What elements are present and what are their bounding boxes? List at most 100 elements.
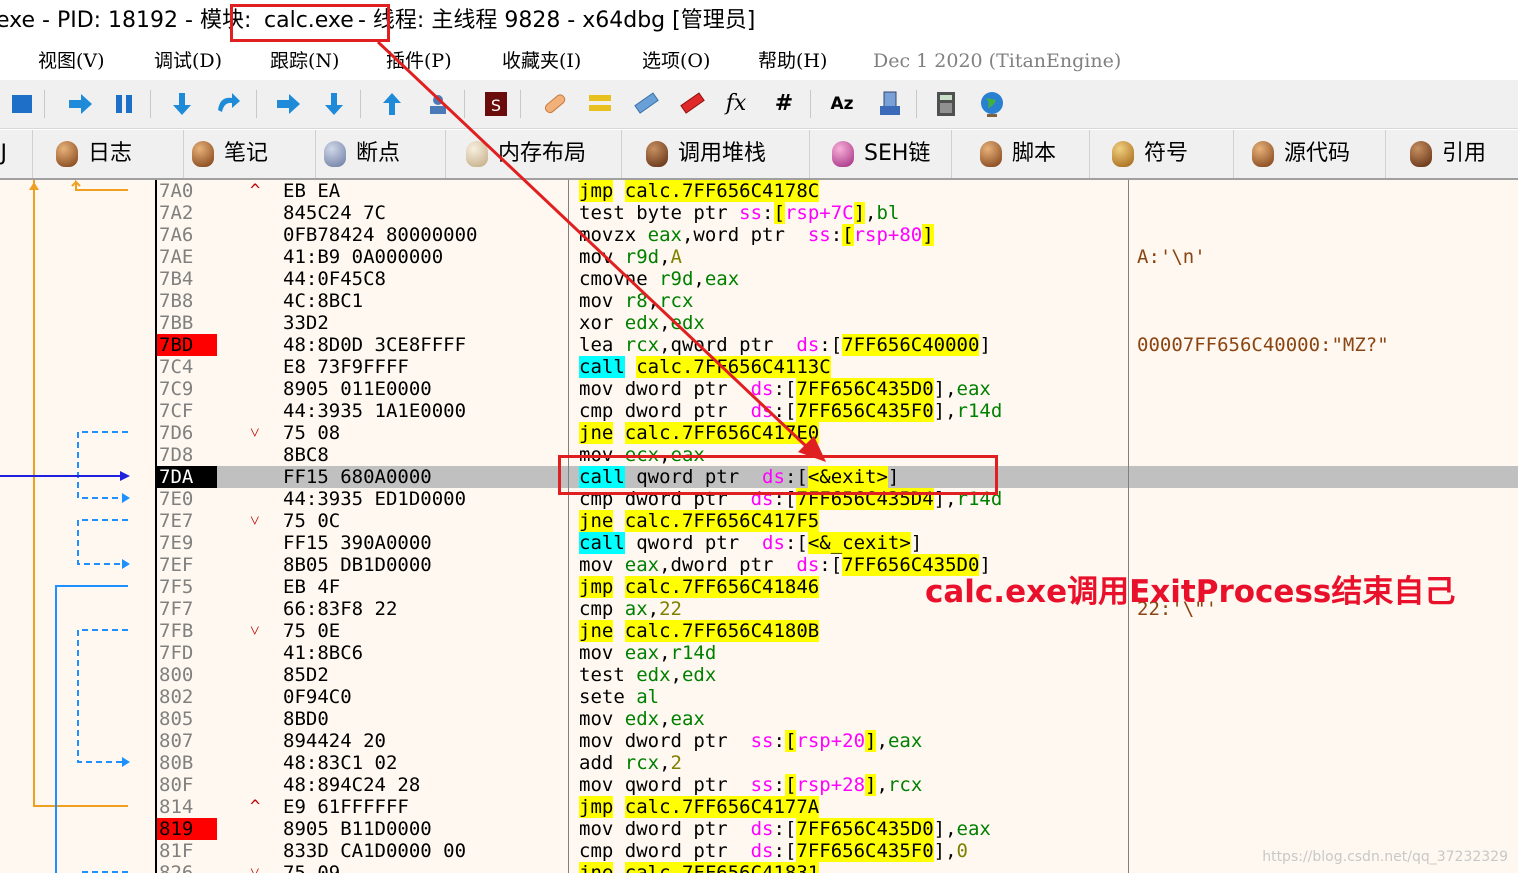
disassembly-row[interactable]: 7A0 ^ EB EA jmp calc.7FF656C4178C — [0, 180, 1518, 202]
menu-trace[interactable]: 跟踪(N) — [270, 42, 339, 80]
disassembly-row[interactable]: 7D6 ˅ 75 08 jne calc.7FF656C417E0 — [0, 422, 1518, 444]
disasm-token: al — [636, 686, 660, 708]
hash-icon[interactable]: # — [770, 90, 798, 118]
disasm-token: <&_cexit> — [807, 532, 911, 554]
disassembly-row[interactable]: 7BB 33D2 xor edx,edx — [0, 312, 1518, 334]
row-disassembly: mov dword ptr ss:[rsp+20],eax — [579, 730, 922, 752]
disasm-token: [ — [784, 730, 797, 752]
scylla-icon[interactable]: S — [482, 90, 510, 118]
row-disassembly: call calc.7FF656C4113C — [579, 356, 831, 378]
disassembly-row[interactable]: 80F 48:894C24 28 mov qword ptr ss:[rsp+28]… — [0, 774, 1518, 796]
tab-log[interactable]: 日志 — [34, 130, 184, 178]
disassembly-row[interactable]: 7A6 0FB78424 80000000 movzx eax,word ptr s… — [0, 224, 1518, 246]
disassembly-row[interactable]: 7C9 8905 011E0000 mov dword ptr ds:[7FF656… — [0, 378, 1518, 400]
run-to-user-code-icon[interactable] — [424, 90, 452, 118]
toolbar-separator — [256, 90, 257, 118]
disassembly-row[interactable]: 7FD 41:8BC6 mov eax,r14d — [0, 642, 1518, 664]
disassembly-row[interactable]: 7FB ˅ 75 0E jne calc.7FF656C4180B — [0, 620, 1518, 642]
row-bytes: 48:83C1 02 — [283, 752, 398, 774]
disassembly-row[interactable]: 819 8905 B11D0000 mov dword ptr ds:[7FF656… — [0, 818, 1518, 840]
menu-help[interactable]: 帮助(H) — [758, 42, 827, 80]
step-over-icon[interactable] — [214, 90, 242, 118]
menu-options[interactable]: 选项(O) — [642, 42, 710, 80]
run-icon[interactable] — [66, 90, 94, 118]
disassembly-row[interactable]: 7B8 4C:8BC1 mov r8,rcx — [0, 290, 1518, 312]
tab-breakpoints[interactable]: 断点 — [316, 130, 446, 178]
row-address: 7F5 — [159, 576, 194, 598]
disassembly-row[interactable]: 805 8BD0 mov edx,eax — [0, 708, 1518, 730]
font-icon[interactable]: Aᴢ — [828, 90, 856, 118]
row-disassembly: cmp ax,22 — [579, 598, 682, 620]
disasm-token: cmp dword ptr — [579, 840, 751, 862]
tab-partial[interactable]: IJ — [0, 130, 33, 178]
disasm-token: [ — [784, 774, 797, 796]
disassembly-row[interactable]: 807 894424 20 mov dword ptr ss:[rsp+20],ea… — [0, 730, 1518, 752]
tab-source[interactable]: 源代码 — [1234, 130, 1386, 178]
disasm-token: A — [670, 246, 682, 268]
disasm-token: ], — [933, 818, 957, 840]
row-bytes: EB EA — [283, 180, 341, 202]
disasm-token: 22 — [659, 598, 682, 620]
tab-seh-chain[interactable]: SEH链 — [810, 130, 952, 178]
menu-favourites[interactable]: 收藏夹(I) — [502, 42, 581, 80]
bookmark-icon[interactable] — [678, 90, 706, 118]
tab-script[interactable]: 脚本 — [952, 130, 1090, 178]
disasm-token: rcx — [624, 334, 660, 356]
tab-references[interactable]: 引用 — [1386, 130, 1518, 178]
tab-call-stack[interactable]: 调用堆栈 — [622, 130, 810, 178]
label-icon[interactable] — [632, 90, 660, 118]
disassembly-row[interactable]: 800 85D2 test edx,edx — [0, 664, 1518, 686]
disasm-token: : — [830, 224, 843, 246]
tab-notes[interactable]: 笔记 — [184, 130, 316, 178]
comment-icon[interactable] — [586, 90, 614, 118]
tab-memory-map[interactable]: 内存布局 — [446, 130, 622, 178]
disasm-token — [625, 356, 636, 378]
tab-symbols[interactable]: 符号 — [1090, 130, 1234, 178]
disasm-token: jmp — [579, 180, 614, 202]
disassembly-row[interactable]: 7B4 44:0F45C8 cmovne r9d,eax — [0, 268, 1518, 290]
disassembly-view[interactable]: 7A0 ^ EB EA jmp calc.7FF656C4178C 7A2 845C24 … — [0, 180, 1518, 873]
menu-view[interactable]: 视图(V) — [38, 42, 105, 80]
disassembly-row[interactable]: 7E9 FF15 390A0000 call qword ptr ds:[<&_ce… — [0, 532, 1518, 554]
row-address: 80B — [159, 752, 194, 774]
row-address: 7E7 — [159, 510, 194, 532]
disassembly-row[interactable]: 802 0F94C0 sete al — [0, 686, 1518, 708]
disasm-token: mov — [579, 246, 625, 268]
menu-plugins[interactable]: 插件(P) — [386, 42, 452, 80]
disasm-token: rcx — [659, 290, 694, 312]
disasm-token — [613, 576, 624, 598]
function-icon[interactable]: fx — [722, 90, 750, 118]
disasm-token — [613, 862, 624, 873]
step-into-icon[interactable] — [168, 90, 196, 118]
disassembly-row[interactable]: 7CF 44:3935 1A1E0000 cmp dword ptr ds:[7FF… — [0, 400, 1518, 422]
row-disassembly: jmp calc.7FF656C4178C — [579, 180, 820, 202]
globe-icon[interactable] — [978, 90, 1006, 118]
execute-till-return-icon[interactable] — [378, 90, 406, 118]
disassembly-row[interactable]: 80B 48:83C1 02 add rcx,2 — [0, 752, 1518, 774]
disassembly-row[interactable]: 7BD 48:8D0D 3CE8FFFF lea rcx,qword ptr ds:… — [0, 334, 1518, 356]
trace-over-icon[interactable] — [320, 90, 348, 118]
calculator-window-icon[interactable] — [876, 90, 904, 118]
exit-call-highlight-box — [558, 455, 998, 495]
disasm-token: calc.7FF656C4177A — [624, 796, 820, 818]
disasm-token: ,word ptr — [681, 224, 808, 246]
title-bar: exe - PID: 18192 - 模块: calc.exe - 线程: 主线… — [0, 0, 1518, 42]
disassembly-row[interactable]: 7AE 41:B9 0A000000 mov r9d,A A:'\n' — [0, 246, 1518, 268]
disasm-token: mov — [579, 554, 625, 576]
calculator-icon[interactable] — [932, 90, 960, 118]
disasm-token: 7FF656C435F0 — [796, 400, 934, 422]
disassembly-row[interactable]: 814 ^ E9 61FFFFFF jmp calc.7FF656C4177A — [0, 796, 1518, 818]
row-disassembly: add rcx,2 — [579, 752, 682, 774]
disassembly-row[interactable]: 7E7 ˅ 75 0C jne calc.7FF656C417F5 — [0, 510, 1518, 532]
disassembly-row[interactable]: 7A2 845C24 7C test byte ptr ss:[rsp+7C],bl — [0, 202, 1518, 224]
disasm-token: jmp — [579, 796, 614, 818]
disassembly-row[interactable]: 7C4 E8 73F9FFFF call calc.7FF656C4113C — [0, 356, 1518, 378]
menu-debug[interactable]: 调试(D) — [154, 42, 222, 80]
disasm-token: mov dword ptr — [579, 730, 751, 752]
trace-into-icon[interactable] — [274, 90, 302, 118]
pause-icon[interactable] — [110, 90, 138, 118]
disasm-token: eax — [956, 818, 991, 840]
patch-icon[interactable] — [540, 90, 568, 118]
row-disassembly: test edx,edx — [579, 664, 716, 686]
stop-icon[interactable] — [8, 90, 36, 118]
